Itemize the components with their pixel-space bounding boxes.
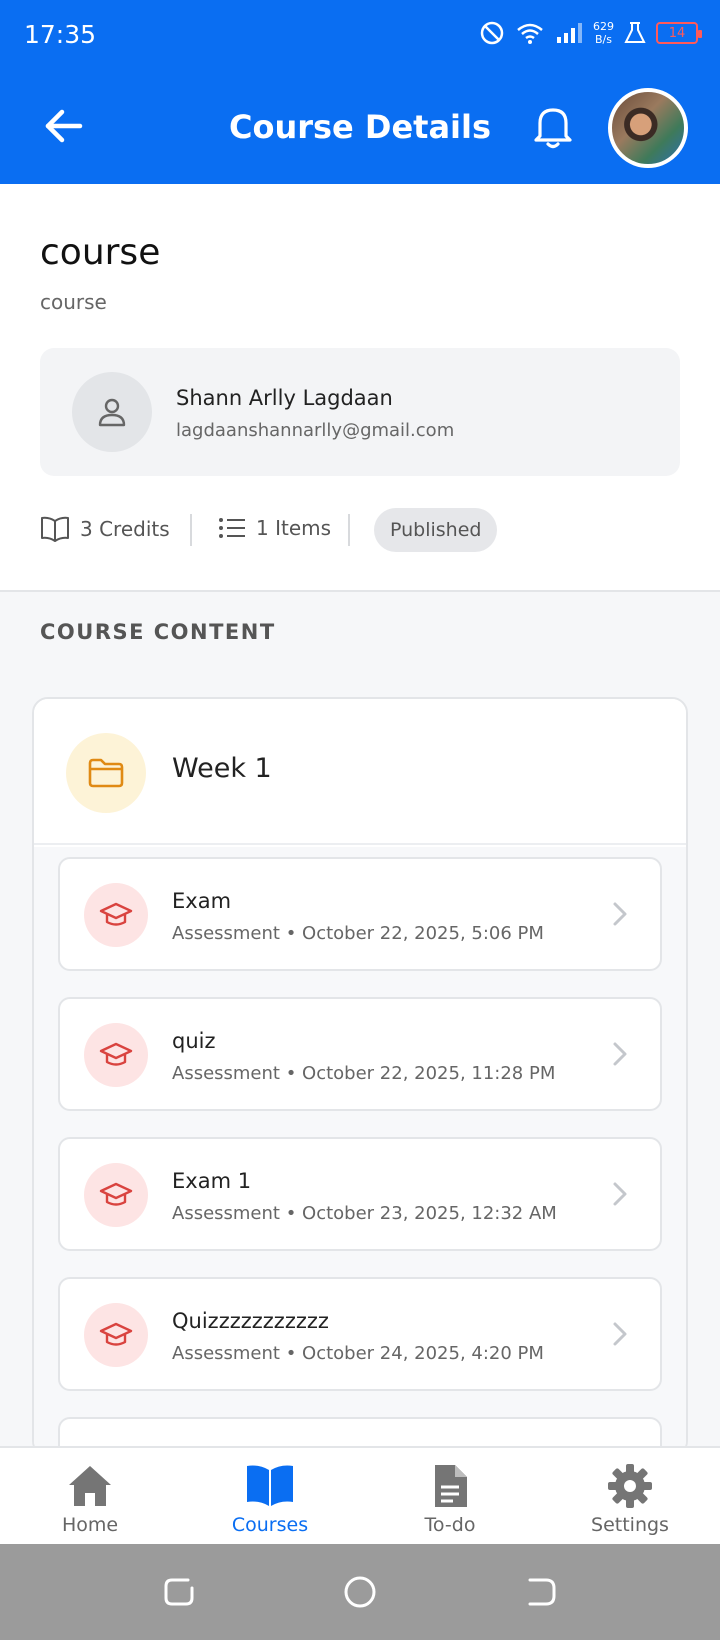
profile-avatar[interactable] [608, 88, 688, 168]
flask-icon [624, 22, 646, 43]
instructor-email: lagdaanshannarlly@gmail.com [176, 420, 455, 441]
assessment-item[interactable]: quiz Assessment • October 22, 2025, 11:2… [58, 997, 662, 1111]
nav-settings[interactable]: Settings [560, 1460, 700, 1536]
system-navigation-bar [0, 1544, 720, 1640]
chevron-right-icon [613, 1322, 627, 1346]
instructor-card: Shann Arlly Lagdaan lagdaanshannarlly@gm… [40, 348, 680, 476]
instructor-avatar [72, 372, 152, 452]
item-title: Exam 1 [172, 1169, 252, 1193]
assessment-icon-circle [84, 1023, 148, 1087]
chevron-right-icon [613, 1042, 627, 1066]
divider [190, 514, 192, 546]
document-icon [435, 1465, 467, 1507]
assessment-item[interactable]: Quizzzzzzzzzzz Assessment • October 24, … [58, 1277, 662, 1391]
course-meta: 3 Credits 1 Items Published [40, 508, 680, 554]
credits-label: 3 Credits [80, 517, 170, 541]
recent-apps-icon[interactable] [158, 1570, 202, 1614]
bottom-navigation: Home Courses To-do Settings [0, 1446, 720, 1544]
signal-icon [557, 23, 582, 43]
item-meta: Assessment • October 22, 2025, 5:06 PM [172, 923, 544, 944]
credits-info: 3 Credits [40, 516, 170, 542]
instructor-name: Shann Arlly Lagdaan [176, 386, 393, 410]
home-icon [69, 1466, 111, 1506]
item-title: quiz [172, 1029, 216, 1053]
status-time: 17:35 [24, 20, 97, 49]
module-card: Week 1 Exam Assessment • October 22, 202… [32, 697, 688, 1457]
do-not-disturb-icon [480, 21, 504, 45]
item-meta: Assessment • October 22, 2025, 11:28 PM [172, 1063, 556, 1084]
item-title: Quizzzzzzzzzzz [172, 1309, 329, 1333]
course-title: course [40, 232, 161, 273]
nav-home[interactable]: Home [20, 1460, 160, 1536]
chevron-right-icon [613, 1182, 627, 1206]
status-badge: Published [374, 508, 498, 552]
module-title: Week 1 [172, 753, 272, 784]
items-label: 1 Items [256, 516, 332, 540]
home-button-icon[interactable] [338, 1570, 382, 1614]
battery-indicator: 14 [656, 22, 702, 44]
graduation-cap-icon [99, 902, 133, 926]
app-bar: Course Details [0, 78, 720, 178]
item-meta: Assessment • October 23, 2025, 12:32 AM [172, 1203, 557, 1224]
section-label: COURSE CONTENT [40, 620, 276, 644]
folder-icon [88, 758, 124, 788]
open-book-icon [41, 516, 69, 542]
course-description: course [40, 290, 107, 314]
item-title: Exam [172, 889, 232, 913]
chevron-right-icon [613, 902, 627, 926]
book-icon [247, 1465, 293, 1506]
graduation-cap-icon [99, 1322, 133, 1346]
status-icons: 629 B/s 14 [479, 20, 702, 46]
items-info: 1 Items [218, 516, 331, 540]
graduation-cap-icon [99, 1042, 133, 1066]
assessment-item[interactable]: Exam Assessment • October 22, 2025, 5:06… [58, 857, 662, 971]
module-header[interactable]: Week 1 [34, 699, 686, 845]
nav-todo[interactable]: To-do [380, 1460, 520, 1536]
assessment-icon-circle [84, 1303, 148, 1367]
gear-icon [608, 1464, 652, 1508]
nav-courses[interactable]: Courses [200, 1460, 340, 1536]
user-icon [98, 398, 126, 427]
network-speed: 629 B/s [593, 20, 614, 46]
wifi-icon [517, 23, 543, 44]
module-icon [66, 733, 146, 813]
module-items: Exam Assessment • October 22, 2025, 5:06… [34, 847, 686, 1455]
assessment-icon-circle [84, 883, 148, 947]
assessment-icon-circle [84, 1163, 148, 1227]
bell-icon[interactable] [530, 102, 576, 150]
graduation-cap-icon [99, 1182, 133, 1206]
divider [348, 514, 350, 546]
course-header: course course Shann Arlly Lagdaan lagdaa… [0, 184, 720, 592]
list-icon [219, 518, 245, 538]
status-bar: 17:35 629 B/s 14 [0, 0, 720, 74]
top-app-bar: 17:35 629 B/s 14 Course Details [0, 0, 720, 184]
back-button-icon[interactable] [518, 1570, 562, 1614]
item-meta: Assessment • October 24, 2025, 4:20 PM [172, 1343, 544, 1364]
assessment-item[interactable]: Exam 1 Assessment • October 23, 2025, 12… [58, 1137, 662, 1251]
